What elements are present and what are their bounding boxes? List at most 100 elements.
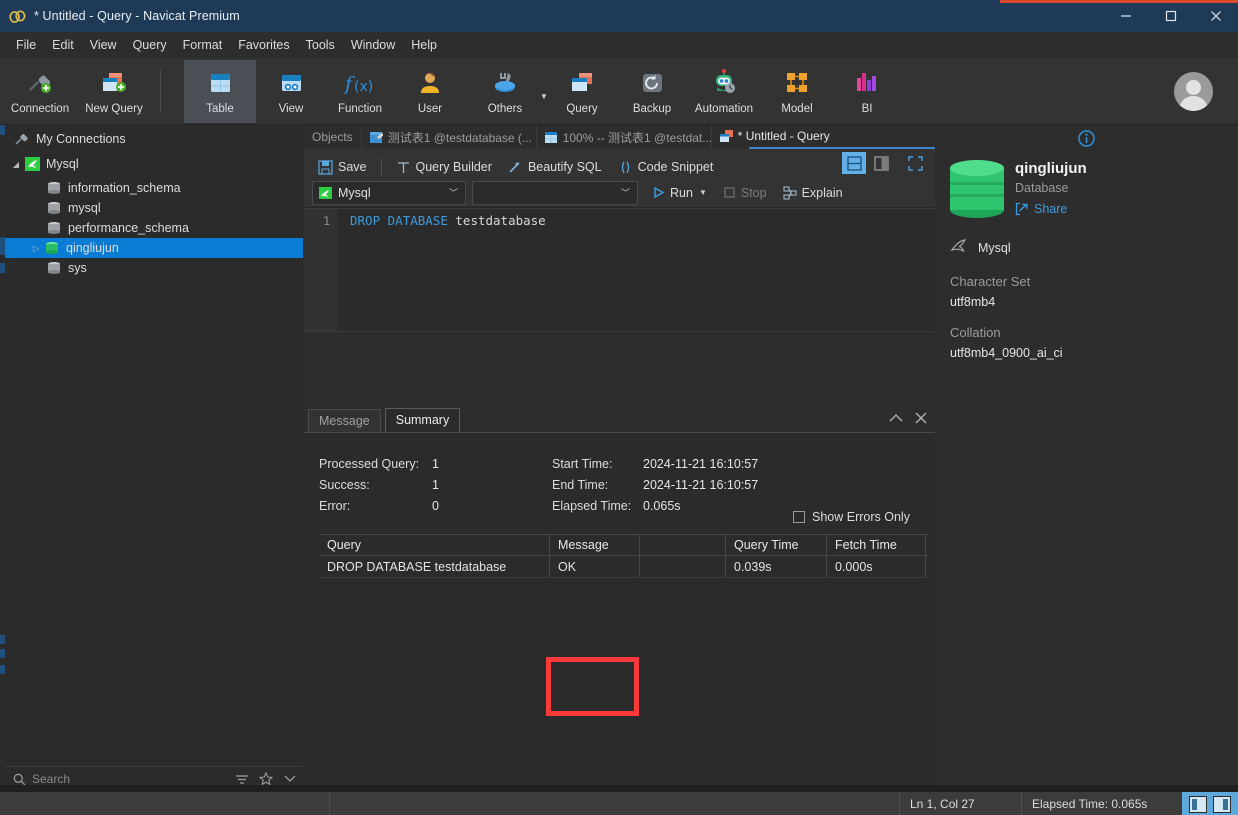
filter-icon[interactable] — [235, 773, 249, 786]
sql-editor[interactable]: 1 DROP DATABASE testdatabase — [304, 208, 935, 332]
avatar-head — [1186, 80, 1201, 95]
tree-db-performance_schema[interactable]: performance_schema — [5, 218, 303, 238]
menu-tools[interactable]: Tools — [298, 35, 343, 55]
main-toolbar: Connection New Query Table View f (x) Fu… — [0, 58, 1238, 125]
user-avatar[interactable] — [1174, 72, 1213, 111]
tab-objects[interactable]: Objects — [304, 125, 362, 149]
tree-connection-mysql[interactable]: ◢ Mysql — [5, 154, 303, 174]
menu-file[interactable]: File — [8, 35, 44, 55]
toolbar-connection[interactable]: Connection — [4, 60, 76, 123]
end-time-label: End Time: — [552, 478, 609, 492]
close-icon[interactable] — [915, 412, 927, 424]
tab-message[interactable]: Message — [308, 409, 381, 432]
column-header-fetch-time[interactable]: Fetch Time — [827, 535, 926, 555]
menu-edit[interactable]: Edit — [44, 35, 82, 55]
maximize-icon[interactable] — [1148, 0, 1193, 32]
list-view-toggle[interactable] — [1189, 795, 1207, 813]
toolbar-user[interactable]: User — [394, 60, 466, 123]
run-dropdown-caret-icon[interactable]: ▼ — [699, 188, 707, 197]
save-button[interactable]: Save — [310, 155, 375, 179]
toolbar-connection-label: Connection — [10, 103, 70, 115]
tree-db-information_schema[interactable]: information_schema — [5, 178, 303, 198]
column-header-query-time[interactable]: Query Time — [726, 535, 827, 555]
toolbar-model[interactable]: Model — [761, 60, 833, 123]
share-label: Share — [1034, 202, 1068, 216]
show-errors-only-checkbox[interactable] — [793, 511, 805, 523]
menu-window[interactable]: Window — [343, 35, 403, 55]
show-errors-only-checkbox-row[interactable]: Show Errors Only — [793, 510, 910, 524]
query-builder-label: Query Builder — [415, 160, 492, 174]
column-header-query[interactable]: Query — [319, 535, 550, 555]
collapse-all-icon[interactable] — [283, 773, 297, 786]
tab-summary[interactable]: Summary — [384, 408, 461, 432]
toolbar-query[interactable]: Query — [546, 60, 618, 123]
error-value: 0 — [432, 499, 439, 513]
close-icon[interactable] — [1193, 0, 1238, 32]
share-link[interactable]: Share — [1015, 202, 1087, 216]
sql-identifier: testdatabase — [455, 213, 546, 228]
run-label: Run — [670, 185, 693, 200]
tree-connection-label: Mysql — [46, 157, 79, 171]
tree-db-sys[interactable]: sys — [5, 258, 303, 278]
status-layout-toggles — [1182, 792, 1238, 815]
toolbar-function[interactable]: f (x) Function — [324, 60, 396, 123]
info-circle-icon[interactable] — [1078, 130, 1095, 152]
menu-help[interactable]: Help — [403, 35, 445, 55]
star-icon[interactable] — [259, 772, 273, 786]
menu-favorites[interactable]: Favorites — [230, 35, 297, 55]
sql-keyword-database: DATABASE — [387, 213, 448, 228]
horizontal-split-icon[interactable] — [842, 152, 866, 174]
toolbar-backup[interactable]: Backup — [616, 60, 688, 123]
search-input[interactable] — [32, 772, 225, 786]
tab-untitled-query[interactable]: * Untitled - Query — [712, 125, 838, 149]
minimize-icon[interactable] — [1103, 0, 1148, 32]
editor-result-splitter[interactable] — [304, 331, 935, 332]
expand-arrow-right-icon[interactable]: ▷ — [29, 244, 43, 253]
toolbar-table[interactable]: Table — [184, 60, 256, 123]
explain-button[interactable]: Explain — [775, 181, 851, 205]
connection-select[interactable]: Mysql ﹀ — [312, 180, 466, 205]
code-snippet-button[interactable]: Code Snippet — [610, 155, 722, 179]
title-accent-left — [0, 0, 300, 3]
toolbar-automation[interactable]: Automation — [688, 60, 760, 123]
column-header-blank[interactable] — [640, 535, 726, 555]
tree-db-mysql[interactable]: mysql — [5, 198, 303, 218]
end-time-value: 2024-11-21 16:10:57 — [643, 478, 759, 492]
toolbar-view[interactable]: View — [255, 60, 327, 123]
others-tools-icon — [490, 67, 520, 99]
result-panel-tools — [877, 412, 927, 424]
share-icon — [1015, 202, 1029, 216]
expand-arrow-down-icon[interactable]: ◢ — [9, 160, 23, 169]
tab-data-testdatabase[interactable]: 100% -- 测试表1 @testdat... — [537, 125, 712, 149]
toolbar-bi-label: BI — [861, 103, 873, 115]
form-view-toggle[interactable] — [1213, 795, 1231, 813]
collapse-chevron-icon[interactable] — [889, 413, 903, 423]
qt-divider-1 — [380, 158, 382, 176]
toolbar-model-label: Model — [781, 103, 813, 115]
beautify-sql-button[interactable]: Beautify SQL — [500, 155, 610, 179]
play-icon — [652, 186, 665, 199]
fullscreen-icon[interactable] — [903, 152, 927, 174]
run-button[interactable]: Run ▼ — [644, 181, 715, 205]
tree-db-qingliujun[interactable]: ▷ qingliujun — [5, 238, 303, 258]
table-row[interactable]: DROP DATABASE testdatabase OK 0.039s 0.0… — [319, 556, 928, 578]
code-snippet-label: Code Snippet — [637, 160, 714, 174]
vertical-split-icon[interactable] — [869, 152, 893, 174]
toolbar-user-label: User — [417, 103, 443, 115]
tree-root-my-connections[interactable]: My Connections — [5, 129, 303, 149]
menu-view[interactable]: View — [82, 35, 125, 55]
tab-table-testdatabase[interactable]: 测试表1 @testdatabase (... — [362, 125, 537, 149]
error-label: Error: — [319, 499, 351, 513]
menu-format[interactable]: Format — [175, 35, 231, 55]
sql-code[interactable]: DROP DATABASE testdatabase — [337, 209, 935, 332]
toolbar-bi[interactable]: BI — [831, 60, 903, 123]
backup-icon — [637, 67, 667, 99]
query-builder-button[interactable]: Query Builder — [388, 155, 500, 179]
beautify-sql-icon — [508, 160, 523, 175]
column-header-message[interactable]: Message — [550, 535, 640, 555]
toolbar-new-query[interactable]: New Query — [78, 60, 150, 123]
database-select[interactable]: ﹀ — [472, 180, 638, 205]
menu-query[interactable]: Query — [125, 35, 175, 55]
toolbar-others[interactable]: Others — [469, 60, 541, 123]
code-snippet-icon — [618, 160, 633, 175]
